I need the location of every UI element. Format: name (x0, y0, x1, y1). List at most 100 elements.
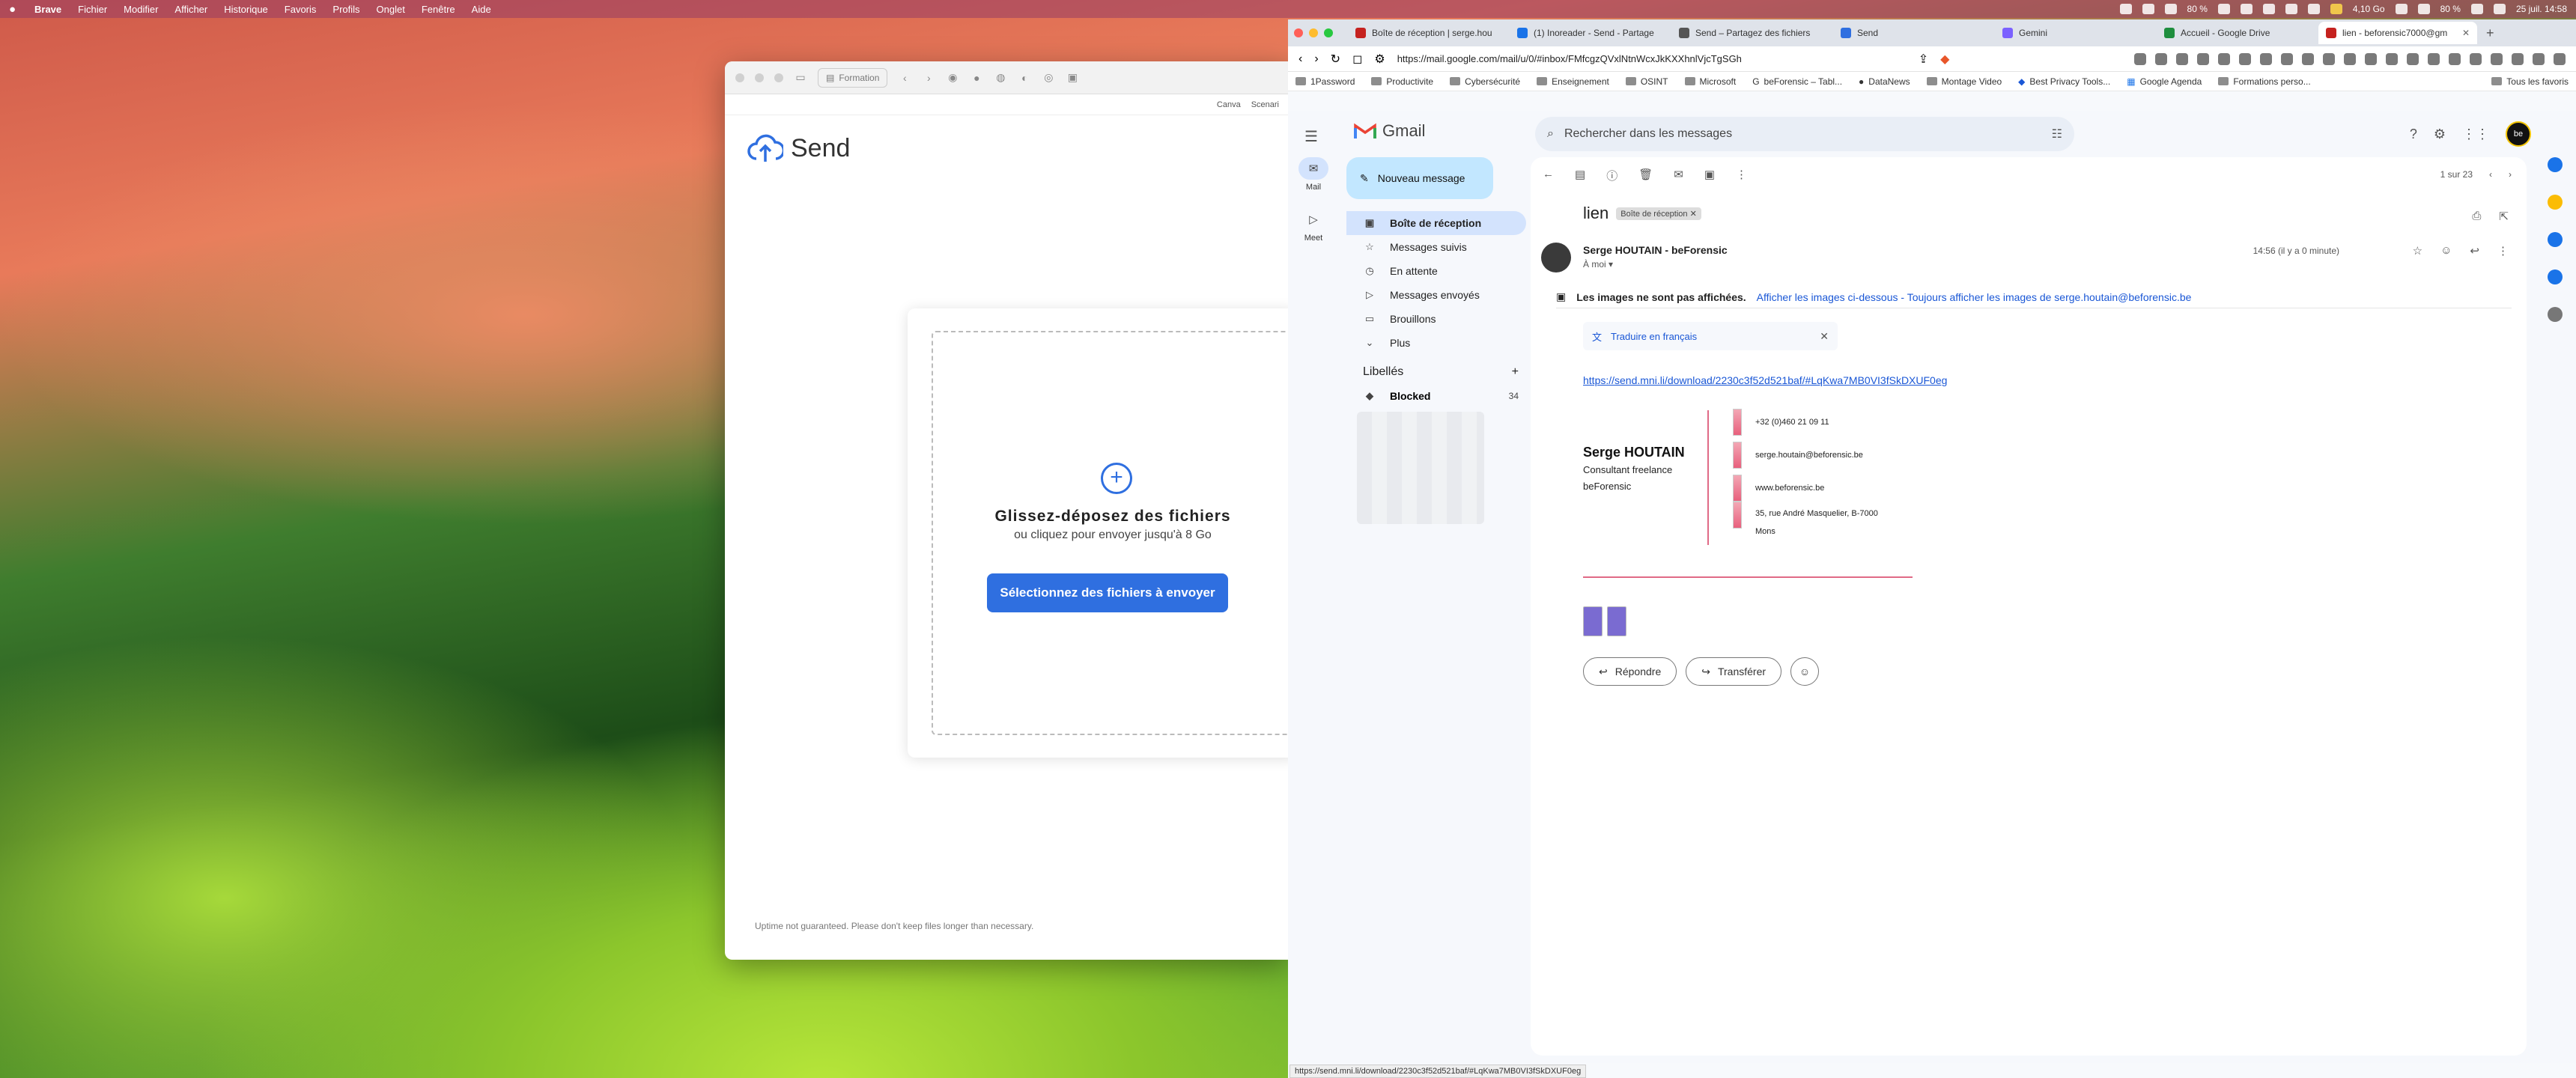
menu-modifier[interactable]: Modifier (124, 4, 158, 15)
bookmark-productivite[interactable]: Productivite (1371, 76, 1433, 87)
forward-icon[interactable]: › (922, 71, 935, 85)
broken-image-icon[interactable] (1607, 606, 1626, 636)
add-file-icon[interactable]: + (1101, 463, 1132, 494)
back-icon[interactable]: ‹ (1298, 52, 1302, 66)
bookmark-montage-video[interactable]: Montage Video (1926, 76, 2002, 87)
menubar-extra-icon[interactable] (2285, 4, 2297, 14)
bookmark-beforensic[interactable]: GbeForensic – Tabl... (1752, 76, 1842, 87)
menubar-extra-icon[interactable] (2164, 4, 2177, 14)
calendar-icon[interactable] (2548, 157, 2563, 172)
tab-google-drive[interactable]: Accueil - Google Drive (2157, 22, 2315, 44)
open-new-window-icon[interactable]: ⇱ (2499, 210, 2509, 223)
extension-icon[interactable] (2155, 52, 2167, 65)
bookmark-datanews[interactable]: ● DataNews (1859, 76, 1910, 87)
bookmark-page-icon[interactable]: ◻ (1352, 52, 1362, 67)
search-icon[interactable] (2119, 4, 2132, 14)
recipient-details[interactable]: À moi ▾ (1583, 259, 1613, 270)
nav-starred[interactable]: ☆ Messages suivis (1346, 235, 1526, 259)
bookmark-1password[interactable]: 1Password (1295, 76, 1355, 87)
account-avatar[interactable]: be (2506, 121, 2531, 147)
move-to-icon[interactable]: ▣ (1704, 168, 1715, 183)
rail-mail[interactable]: ✉ Mail (1288, 157, 1339, 192)
signature-email[interactable]: serge.houtain@beforensic.be (1755, 451, 1863, 460)
more-vert-icon[interactable]: ⋮ (2497, 244, 2509, 258)
extension-icon[interactable] (2470, 52, 2482, 65)
extension-icon[interactable] (2533, 52, 2545, 65)
nav-sent[interactable]: ▷ Messages envoyés (1346, 283, 1526, 307)
extension-icon[interactable] (2323, 52, 2335, 65)
extension-icon[interactable]: ◐ (1018, 71, 1031, 85)
url-input[interactable]: https://mail.google.com/mail/u/0/#inbox/… (1397, 53, 1907, 64)
back-icon[interactable]: ‹ (898, 71, 911, 85)
send-logo[interactable]: Send (747, 133, 850, 163)
emoji-react-button[interactable]: ☺ (1790, 657, 1820, 686)
main-menu-icon[interactable]: ☰ (1304, 127, 1318, 146)
newer-icon[interactable]: ‹ (2489, 169, 2492, 180)
menubar-extra-icon[interactable] (2262, 4, 2275, 14)
extension-icon[interactable] (2302, 52, 2314, 65)
tab-send-partage[interactable]: Send – Partagez des fichiers (1671, 22, 1830, 44)
wifi-icon[interactable] (2470, 4, 2483, 14)
add-addon-icon[interactable] (2548, 307, 2563, 322)
extension-icon[interactable] (2260, 52, 2272, 65)
download-link[interactable]: https://send.mni.li/download/2230c3f52d5… (1583, 374, 1947, 386)
extension-icon[interactable]: ◉ (946, 71, 959, 85)
star-icon[interactable]: ☆ (2413, 244, 2422, 258)
emoji-icon[interactable]: ☺ (2440, 244, 2452, 258)
reload-icon[interactable]: ↻ (1331, 52, 1340, 67)
apps-grid-icon[interactable]: ⋮⋮ (2462, 127, 2489, 142)
site-settings-icon[interactable]: ⚙ (1374, 52, 1385, 67)
sender-avatar[interactable] (1541, 243, 1571, 272)
bookmark-cybersecurite[interactable]: Cybersécurité (1450, 76, 1520, 87)
print-icon[interactable]: ⎙ (2472, 210, 2481, 223)
menu-fichier[interactable]: Fichier (78, 4, 107, 15)
extension-icon[interactable] (2365, 52, 2377, 65)
extension-icon[interactable] (2512, 52, 2524, 65)
bookmark-best-privacy-tools[interactable]: ◆ Best Privacy Tools... (2018, 76, 2110, 87)
bookmark-scenari[interactable]: Scenari (1251, 100, 1279, 109)
menu-onglet[interactable]: Onglet (377, 4, 405, 15)
control-center-icon[interactable] (2493, 4, 2506, 14)
gmail-logo[interactable]: Gmail (1354, 121, 1425, 141)
menu-profils[interactable]: Profils (332, 4, 359, 15)
select-files-button[interactable]: Sélectionnez des fichiers à envoyer (987, 573, 1228, 612)
signature-web[interactable]: www.beforensic.be (1755, 484, 1824, 493)
extension-icon[interactable] (2239, 52, 2251, 65)
report-spam-icon[interactable]: ⓘ (1606, 168, 1617, 183)
close-window-button[interactable] (1294, 28, 1303, 37)
clock[interactable]: 25 juil. 14:58 (2516, 4, 2567, 14)
search-options-icon[interactable]: ☷ (2052, 127, 2062, 141)
storage-icon[interactable] (2330, 4, 2342, 14)
contacts-icon[interactable] (2548, 270, 2563, 284)
search-input[interactable]: Rechercher dans les messages (1564, 127, 1732, 141)
profile-group-selector[interactable]: ▤ Formation (818, 67, 888, 88)
tasks-icon[interactable] (2548, 232, 2563, 247)
minimize-window-button[interactable] (1309, 28, 1318, 37)
minimize-window-button[interactable] (755, 73, 764, 82)
menu-favoris[interactable]: Favoris (285, 4, 317, 15)
tab-gmail-lien[interactable]: lien - beforensic7000@gm ✕ (2318, 22, 2477, 44)
settings-icon[interactable]: ⚙ (2434, 127, 2446, 142)
zoom-window-button[interactable] (774, 73, 783, 82)
brave-shields-icon[interactable]: ◆ (1940, 52, 1949, 67)
menu-afficher[interactable]: Afficher (174, 4, 207, 15)
bookmark-google-agenda[interactable]: ▦ Google Agenda (2127, 76, 2202, 87)
extension-icon[interactable]: ◎ (1042, 71, 1055, 85)
help-icon[interactable]: ? (2410, 127, 2417, 142)
forward-icon[interactable]: › (1314, 52, 1318, 66)
nav-inbox[interactable]: ▣ Boîte de réception (1346, 211, 1526, 235)
menubar-extra-icon[interactable] (2240, 4, 2253, 14)
extension-icon[interactable] (2407, 52, 2419, 65)
bookmark-enseignement[interactable]: Enseignement (1537, 76, 1609, 87)
extension-icon[interactable] (2134, 52, 2146, 65)
extension-icon[interactable] (2491, 52, 2503, 65)
menu-aide[interactable]: Aide (472, 4, 491, 15)
close-icon[interactable]: ✕ (1820, 330, 1829, 343)
bookmark-microsoft[interactable]: Microsoft (1684, 76, 1736, 87)
share-icon[interactable]: ⇪ (1919, 52, 1928, 67)
bookmark-osint[interactable]: OSINT (1625, 76, 1668, 87)
nav-more[interactable]: ⌄ Plus (1346, 331, 1526, 355)
tab-gemini[interactable]: Gemini (1995, 22, 2154, 44)
extension-icon[interactable] (2281, 52, 2293, 65)
extension-icon[interactable] (2386, 52, 2398, 65)
